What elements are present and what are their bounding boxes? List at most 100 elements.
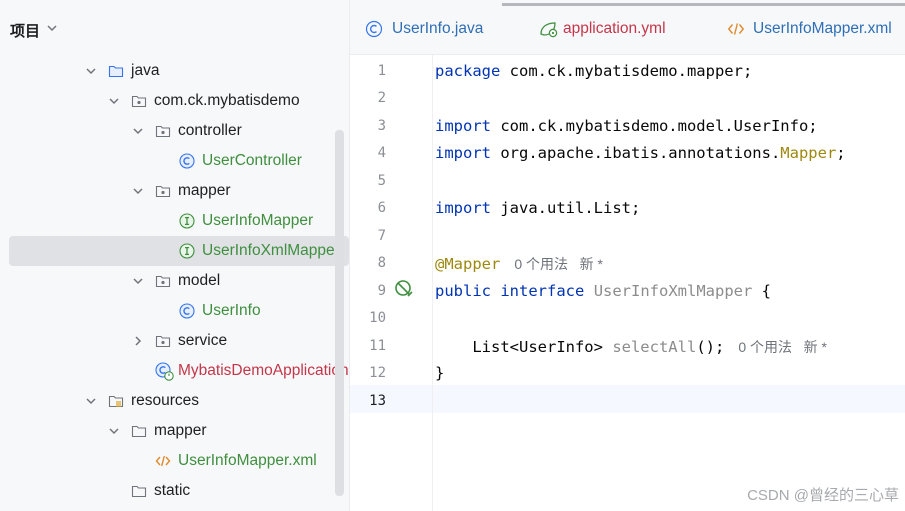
code-text: List<UserInfo> (435, 338, 613, 356)
tree-item-usercontroller[interactable]: UserController (0, 146, 349, 176)
code-line-8: @Mapper 0 个用法 新 * (435, 254, 603, 274)
tree-item-label: java (131, 62, 160, 79)
tab-userinfomapper-xml[interactable]: UserInfoMapper.xml (727, 18, 905, 42)
code-line-12: } (435, 364, 444, 382)
code-line-6: import java.util.List; (435, 199, 640, 217)
tree-item-label: UserInfoXmlMapper (202, 242, 340, 259)
chevron-down-icon[interactable] (132, 125, 144, 137)
tree-item-userinfomapper[interactable]: UserInfoMapper (0, 206, 349, 236)
tree-item-mybatisdemoapplication[interactable]: MybatisDemoApplication (0, 356, 349, 386)
usage-inlay-hint[interactable]: 0 个用法 新 * (514, 256, 603, 272)
keyword: import (435, 144, 491, 162)
code-text: org.apache.ibatis.annotations. (491, 144, 781, 162)
tree-item-userinfoxmlmapper[interactable]: UserInfoXmlMapper (9, 236, 349, 266)
code-text: (); (696, 338, 725, 356)
tree-item-model[interactable]: model (0, 266, 349, 296)
tree-item-label: resources (131, 392, 200, 409)
tree-item-controller[interactable]: controller (0, 116, 349, 146)
interface-name: UserInfoXmlMapper (593, 282, 753, 300)
chevron-down-icon[interactable] (85, 65, 97, 77)
code-text: com.ck.mybatisdemo.model.UserInfo; (491, 117, 818, 135)
line-gutter: 1 2 3 4 5 6 7 8 9 10 11 12 13 (350, 55, 433, 511)
vertical-scrollbar[interactable] (335, 130, 344, 496)
code-line-11: List<UserInfo> selectAll(); 0 个用法 新 * (435, 337, 827, 357)
tree-item-package[interactable]: com.ck.mybatisdemo (0, 86, 349, 116)
tab-application-yml[interactable]: application.yml (538, 18, 688, 42)
tree-item-label: mapper (154, 422, 207, 439)
tab-label: application.yml (563, 20, 666, 37)
line-number: 9 (377, 283, 386, 299)
tree-item-resources-mapper[interactable]: mapper (0, 416, 349, 446)
tree-item-label: MybatisDemoApplication (178, 362, 349, 379)
code-text: ; (836, 144, 846, 162)
class-icon (179, 303, 195, 319)
package-icon (155, 275, 171, 288)
usage-inlay-hint[interactable]: 0 个用法 新 * (738, 339, 827, 355)
folder-icon (108, 65, 124, 78)
project-panel: 项目 java com.ck.mybatisdemo controller Us… (0, 0, 350, 511)
mybatis-mapper-gutter-icon[interactable] (394, 279, 414, 299)
line-number: 12 (369, 365, 386, 381)
watermark: CSDN @曾经的三心草 (747, 487, 899, 504)
tree-item-label: static (154, 482, 191, 499)
tree-item-label: mapper (178, 182, 231, 199)
line-number: 1 (377, 63, 386, 79)
xml-icon (155, 455, 171, 467)
folder-icon (131, 425, 147, 438)
chevron-down-icon[interactable] (132, 185, 144, 197)
keyword: interface (500, 282, 585, 300)
tree-item-label: service (178, 332, 228, 349)
keyword: import (435, 199, 491, 217)
tree-item-static[interactable]: static (0, 476, 349, 506)
annotation-name: Mapper (780, 144, 837, 162)
chevron-right-icon[interactable] (132, 335, 144, 347)
method-name: selectAll (612, 338, 697, 356)
spring-config-icon (540, 22, 558, 38)
tree-item-userinfo[interactable]: UserInfo (0, 296, 349, 326)
line-number-current: 13 (369, 393, 386, 409)
chevron-down-icon[interactable] (85, 395, 97, 407)
code-text: { (752, 282, 771, 300)
resources-folder-icon (108, 395, 124, 408)
tree-item-label: UserInfoMapper (202, 212, 314, 229)
package-icon (155, 125, 171, 138)
tree-item-resources[interactable]: resources (0, 386, 349, 416)
chevron-down-icon[interactable] (108, 95, 120, 107)
line-number: 7 (377, 228, 386, 244)
package-icon (155, 335, 171, 348)
tree-item-label: com.ck.mybatisdemo (154, 92, 300, 109)
line-number: 3 (377, 118, 386, 134)
interface-icon (179, 213, 195, 229)
project-title[interactable]: 项目 (10, 20, 40, 41)
tree-item-service[interactable]: service (0, 326, 349, 356)
current-line-highlight (350, 385, 905, 413)
line-number: 2 (377, 90, 386, 106)
spring-app-icon (155, 362, 174, 381)
tab-userinfo-java[interactable]: UserInfo.java (365, 18, 505, 42)
code-line-1: package com.ck.mybatisdemo.mapper; (435, 62, 752, 80)
tree-item-userinfomapper-xml[interactable]: UserInfoMapper.xml (0, 446, 349, 476)
package-icon (155, 185, 171, 198)
chevron-down-icon[interactable] (108, 425, 120, 437)
chevron-down-icon[interactable] (132, 275, 144, 287)
project-header: 项目 (0, 0, 349, 54)
line-number: 11 (369, 338, 386, 354)
class-icon (179, 153, 195, 169)
tab-indicator (502, 3, 905, 6)
tree-item-mapper[interactable]: mapper (0, 176, 349, 206)
tree-item-label: UserController (202, 152, 302, 169)
code-editor[interactable]: 1 2 3 4 5 6 7 8 9 10 11 12 13 package co… (350, 55, 905, 511)
annotation: @Mapper (435, 255, 501, 273)
line-number: 4 (377, 145, 386, 161)
tree-item-java[interactable]: java (0, 56, 349, 86)
xml-icon (727, 23, 745, 35)
keyword: package (435, 62, 501, 80)
chevron-down-icon[interactable] (46, 22, 58, 34)
package-icon (131, 95, 147, 108)
editor-tab-bar: UserInfo.java application.yml UserInfoMa… (350, 0, 905, 55)
code-text: com.ck.mybatisdemo.mapper; (500, 62, 753, 80)
line-number: 8 (377, 255, 386, 271)
code-text: } (435, 364, 445, 382)
tree-item-label: model (178, 272, 221, 289)
keyword: public (435, 282, 491, 300)
